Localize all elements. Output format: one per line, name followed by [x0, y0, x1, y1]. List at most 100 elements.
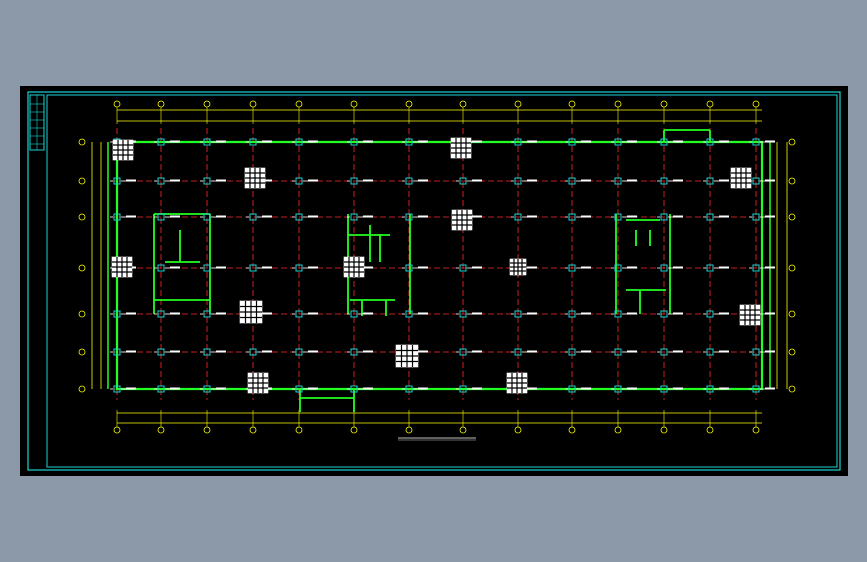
column-label-mark: [363, 387, 373, 390]
axis-bubble-top: [405, 100, 413, 108]
column-label-mark: [170, 215, 180, 218]
column-label-mark: [418, 312, 428, 315]
column-label-mark: [170, 350, 180, 353]
column-label-mark: [262, 350, 272, 353]
column-label-mark: [170, 387, 180, 390]
cad-drawing-viewport[interactable]: [20, 86, 848, 476]
column-label-mark: [673, 312, 683, 315]
axis-bubble-top: [660, 100, 668, 108]
column-label-mark: [363, 140, 373, 143]
column-label-mark: [308, 179, 318, 182]
axis-bubble-left: [78, 310, 86, 318]
column-label-mark: [126, 312, 136, 315]
column-label-mark: [581, 215, 591, 218]
axis-bubble-top: [113, 100, 121, 108]
column-label-mark: [363, 266, 373, 269]
axis-bubble-bottom: [405, 426, 413, 434]
column-label-mark: [262, 140, 272, 143]
column-label-mark: [527, 215, 537, 218]
column-label-mark: [581, 266, 591, 269]
axis-bubble-bottom: [514, 426, 522, 434]
axis-bubble-left: [78, 348, 86, 356]
column-label-mark: [627, 387, 637, 390]
axis-bubble-right: [788, 348, 796, 356]
column-label-mark: [308, 387, 318, 390]
axis-bubble-left: [78, 177, 86, 185]
axis-bubble-bottom: [350, 426, 358, 434]
column-label-mark: [627, 140, 637, 143]
axis-bubble-left: [78, 385, 86, 393]
column-label-mark: [719, 387, 729, 390]
axis-bubble-bottom: [614, 426, 622, 434]
column-label-mark: [765, 387, 775, 390]
inner-frame: [46, 94, 838, 468]
axis-bubble-top: [350, 100, 358, 108]
column-label-mark: [627, 350, 637, 353]
column-label-mark: [308, 215, 318, 218]
column-label-mark: [170, 179, 180, 182]
column-label-mark: [673, 350, 683, 353]
column-label-mark: [126, 387, 136, 390]
column-label-mark: [673, 215, 683, 218]
axis-bubble-bottom: [295, 426, 303, 434]
column-label-mark: [765, 179, 775, 182]
column-label-mark: [472, 312, 482, 315]
column-label-mark: [527, 140, 537, 143]
column-label-mark: [126, 215, 136, 218]
axis-bubble-left: [78, 138, 86, 146]
column-label-mark: [418, 179, 428, 182]
column-label-mark: [673, 387, 683, 390]
axis-bubble-left: [78, 264, 86, 272]
column-label-mark: [719, 179, 729, 182]
column-label-mark: [170, 140, 180, 143]
column-label-mark: [262, 312, 272, 315]
axis-bubble-bottom: [660, 426, 668, 434]
column-label-mark: [262, 266, 272, 269]
axis-bubble-top: [514, 100, 522, 108]
column-label-mark: [418, 215, 428, 218]
column-label-mark: [472, 215, 482, 218]
axis-bubble-top: [752, 100, 760, 108]
axis-bubble-right: [788, 264, 796, 272]
column-label-mark: [363, 312, 373, 315]
column-label-mark: [627, 179, 637, 182]
column-label-mark: [765, 215, 775, 218]
cad-drawing-canvas[interactable]: [20, 86, 848, 476]
axis-bubble-bottom: [706, 426, 714, 434]
column-label-mark: [765, 266, 775, 269]
axis-bubble-top: [614, 100, 622, 108]
column-label-mark: [308, 350, 318, 353]
column-label-mark: [170, 266, 180, 269]
column-label-mark: [216, 140, 226, 143]
axis-bubble-top: [568, 100, 576, 108]
column-label-mark: [627, 312, 637, 315]
column-label-mark: [363, 350, 373, 353]
axis-bubble-top: [459, 100, 467, 108]
column-label-mark: [627, 266, 637, 269]
column-label-mark: [308, 140, 318, 143]
column-label-mark: [581, 350, 591, 353]
axis-bubble-top: [203, 100, 211, 108]
column-label-mark: [126, 179, 136, 182]
column-label-mark: [216, 387, 226, 390]
column-label-mark: [673, 140, 683, 143]
column-label-mark: [719, 312, 729, 315]
column-label-mark: [719, 140, 729, 143]
column-label-mark: [765, 350, 775, 353]
axis-bubble-left: [78, 213, 86, 221]
column-label-mark: [581, 179, 591, 182]
axis-bubble-bottom: [752, 426, 760, 434]
column-label-mark: [216, 179, 226, 182]
column-label-mark: [418, 140, 428, 143]
axis-bubble-bottom: [568, 426, 576, 434]
column-label-mark: [673, 179, 683, 182]
axis-bubble-right: [788, 138, 796, 146]
column-label-mark: [216, 350, 226, 353]
axis-bubble-right: [788, 310, 796, 318]
column-label-mark: [216, 266, 226, 269]
column-label-mark: [363, 215, 373, 218]
column-label-mark: [472, 387, 482, 390]
column-label-mark: [719, 215, 729, 218]
column-label-mark: [308, 312, 318, 315]
column-label-mark: [719, 350, 729, 353]
